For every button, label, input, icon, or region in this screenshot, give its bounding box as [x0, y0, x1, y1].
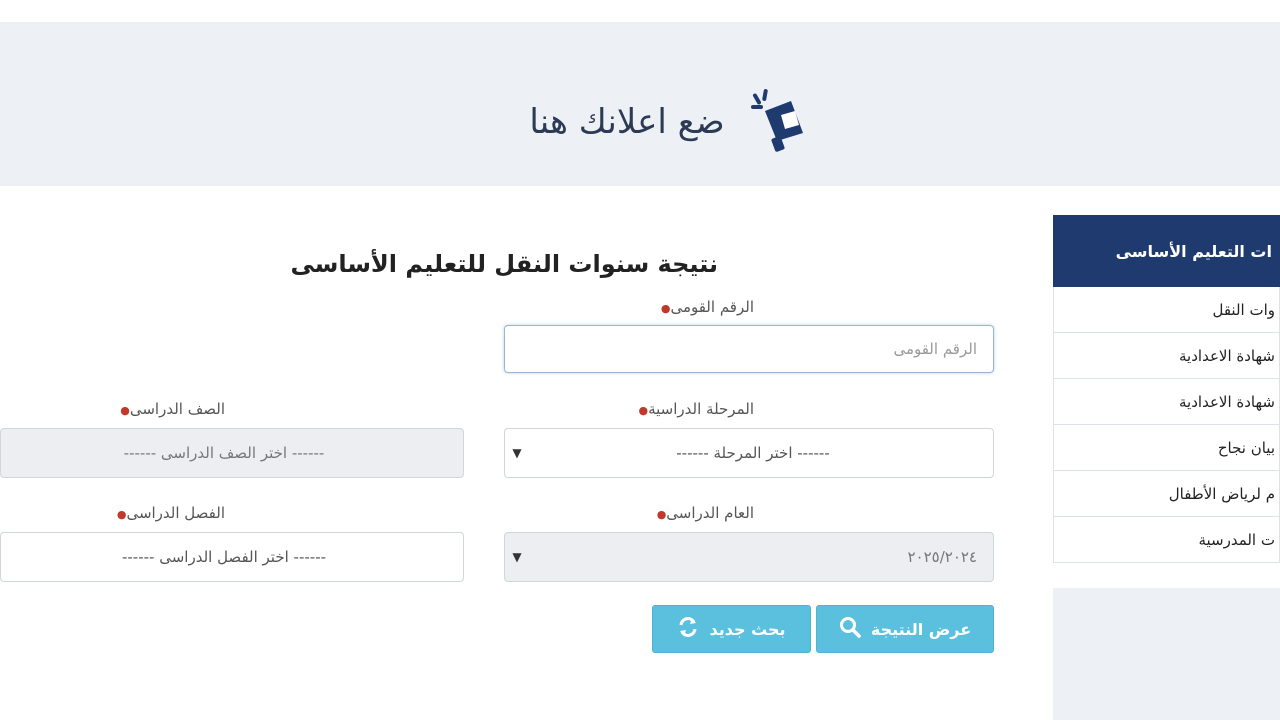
chevron-down-icon: ▼ — [512, 550, 522, 564]
sidebar-item-school-results[interactable]: ت المدرسية — [1053, 517, 1280, 563]
sidebar-item-kindergarten[interactable]: م لرياض الأطفال — [1053, 471, 1280, 517]
ad-text: ضع اعلانك هنا — [529, 102, 725, 142]
new-search-button[interactable]: بحث جديد — [652, 605, 811, 653]
sidebar-item-transfer-years[interactable]: وات النقل — [1053, 287, 1280, 333]
megaphone-icon — [750, 89, 811, 155]
national-id-placeholder: الرقم القومى — [893, 340, 977, 358]
stage-select[interactable]: ------ اختر المرحلة ------ ▼ — [504, 428, 994, 478]
sidebar-item-prep-certificate-2[interactable]: شهادة الاعدادية — [1053, 379, 1280, 425]
required-marker: ● — [656, 508, 667, 521]
required-marker: ● — [116, 508, 127, 521]
sidebar-header: ات التعليم الأساسى — [1053, 215, 1280, 287]
term-select[interactable]: ------ اختر الفصل الدراسى ------ — [0, 532, 464, 582]
show-result-button[interactable]: عرض النتيجة — [816, 605, 994, 653]
national-id-label: الرقم القومى● — [660, 298, 754, 316]
sidebar-ad-area — [1053, 588, 1280, 720]
sidebar-item-success-statement[interactable]: بيان نجاح — [1053, 425, 1280, 471]
year-select[interactable]: ٢٠٢٥/٢٠٢٤ ▼ — [504, 532, 994, 582]
grade-select[interactable]: ------ اختر الصف الدراسى ------ — [0, 428, 464, 478]
term-label: الفصل الدراسى● — [116, 504, 225, 522]
required-marker: ● — [120, 404, 130, 417]
sidebar-item-prep-certificate[interactable]: شهادة الاعدادية — [1053, 333, 1280, 379]
form-title: نتيجة سنوات النقل للتعليم الأساسى — [290, 250, 718, 278]
required-marker: ● — [660, 302, 671, 315]
search-icon — [839, 616, 861, 642]
year-label: العام الدراسى● — [656, 504, 754, 522]
grade-label: الصف الدراسى● — [120, 400, 225, 418]
national-id-input[interactable]: الرقم القومى — [504, 325, 994, 373]
stage-label: المرحلة الدراسية● — [638, 400, 754, 418]
chevron-down-icon: ▼ — [512, 446, 522, 460]
refresh-icon — [677, 616, 699, 642]
required-marker: ● — [638, 404, 649, 417]
result-form: نتيجة سنوات النقل للتعليم الأساسى الرقم … — [0, 186, 1040, 720]
sidebar: ات التعليم الأساسى وات النقل شهادة الاعد… — [1053, 215, 1280, 563]
ad-banner[interactable]: ضع اعلانك هنا — [0, 22, 1280, 186]
